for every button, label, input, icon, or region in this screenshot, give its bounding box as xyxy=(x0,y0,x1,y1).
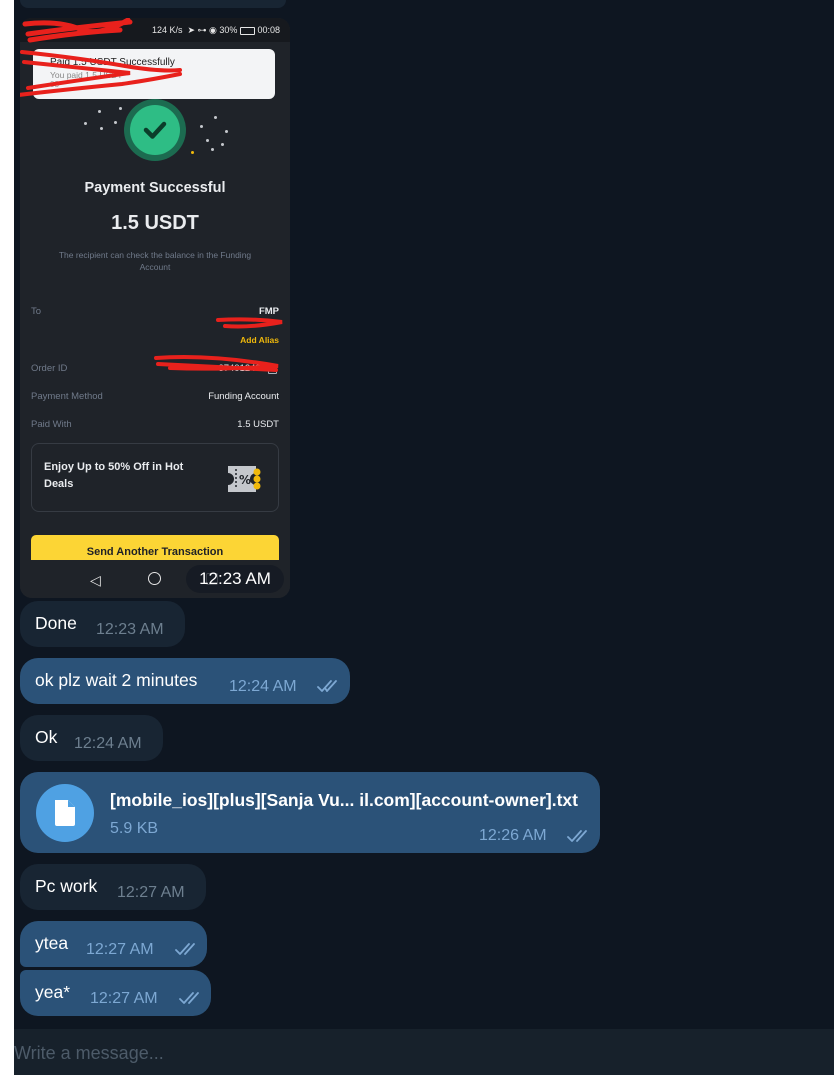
file-size: 5.9 KB xyxy=(110,820,159,837)
promo-card: Enjoy Up to 50% Off in Hot Deals % xyxy=(31,443,279,512)
message-bubble-incoming[interactable]: Done 12:23 AM xyxy=(20,601,185,647)
previous-message-edge xyxy=(20,0,286,8)
add-alias-link: Add Alias xyxy=(240,335,279,345)
photo-timestamp: 12:23 AM xyxy=(186,565,284,593)
double-check-icon xyxy=(175,943,195,955)
payment-amount: 1.5 USDT xyxy=(111,212,199,234)
photo-message[interactable]: 124 K/s ➤ ⊶ ◉ 30% 00:08 Paid 1.5 USDT Su… xyxy=(20,18,290,598)
message-time: 12:27 AM xyxy=(86,941,154,958)
order-id-label: Order ID xyxy=(31,363,68,374)
confetti-dot xyxy=(211,148,214,151)
message-text: Ok xyxy=(35,727,58,747)
status-time: 00:08 xyxy=(257,25,280,35)
confetti-dot xyxy=(98,110,101,113)
confetti-dot xyxy=(191,151,194,154)
check-icon xyxy=(130,105,180,155)
message-time: 12:24 AM xyxy=(74,735,142,752)
confetti-dot xyxy=(84,122,87,125)
battery-icon xyxy=(239,26,255,35)
notification-line: You paid 1.5 USDT xyxy=(50,70,123,80)
file-name[interactable]: [mobile_ios][plus][Sanja Vu... il.com][a… xyxy=(110,790,578,811)
send-another-transaction-button: Send Another Transaction xyxy=(31,535,279,563)
status-bar-right: 124 K/s ➤ ⊶ ◉ 30% 00:08 xyxy=(151,25,280,35)
confetti-dot xyxy=(100,127,103,130)
message-time: 12:27 AM xyxy=(117,884,185,901)
payment-method-value: Funding Account xyxy=(208,391,279,402)
message-time: 12:27 AM xyxy=(90,990,158,1007)
message-time: 12:26 AM xyxy=(479,827,547,844)
message-time: 12:23 AM xyxy=(96,621,164,638)
to-value: FMP xyxy=(258,306,279,317)
message-bubble-incoming[interactable]: Ok 12:24 AM xyxy=(20,715,163,761)
message-bubble-incoming[interactable]: Pc work 12:27 AM xyxy=(20,864,206,910)
message-composer xyxy=(14,1029,834,1075)
notification-line-3: 08 xyxy=(50,80,59,89)
confetti-dot xyxy=(200,125,203,128)
battery-text: 30% xyxy=(219,25,238,35)
document-icon[interactable] xyxy=(36,784,94,842)
double-check-icon xyxy=(567,830,587,842)
payment-method-label: Payment Method xyxy=(31,391,103,402)
message-bubble-outgoing[interactable]: ok plz wait 2 minutes 12:24 AM xyxy=(20,658,350,704)
message-text: ytea xyxy=(35,933,69,953)
confetti-dot xyxy=(119,107,122,110)
svg-text:%: % xyxy=(239,473,251,487)
notification-banner: Paid 1.5 USDT Successfully You paid 1.5 … xyxy=(33,49,275,99)
message-input[interactable] xyxy=(14,1039,814,1067)
window-edge xyxy=(0,0,14,1075)
message-text: Done xyxy=(35,613,77,633)
home-circle-icon xyxy=(148,572,161,585)
payment-note: The recipient can check the balance in t… xyxy=(58,250,252,272)
message-text: yea* xyxy=(35,982,71,1002)
notification-title: Paid 1.5 USDT Successfully xyxy=(50,57,175,68)
discount-ticket-icon: % xyxy=(226,464,264,499)
to-label: To xyxy=(31,306,42,317)
confetti-dot xyxy=(221,143,224,146)
message-bubble-outgoing[interactable]: ytea 12:27 AM xyxy=(20,921,207,967)
message-time: 12:24 AM xyxy=(229,678,297,695)
confetti-dot xyxy=(114,121,117,124)
file-message[interactable]: [mobile_ios][plus][Sanja Vu... il.com][a… xyxy=(20,772,600,853)
speed-text: 124 K/s xyxy=(151,25,183,35)
confetti-dot xyxy=(206,139,209,142)
confetti-dot xyxy=(214,116,217,119)
paid-with-label: Paid With xyxy=(31,419,72,430)
copy-icon xyxy=(268,364,277,374)
promo-text: Enjoy Up to 50% Off in Hot Deals xyxy=(44,461,184,490)
message-bubble-outgoing[interactable]: yea* 12:27 AM xyxy=(20,970,211,1016)
payment-title: Payment Successful xyxy=(84,180,226,196)
order-id-value: 374012433 xyxy=(218,363,266,374)
payment-screenshot: 124 K/s ➤ ⊶ ◉ 30% 00:08 Paid 1.5 USDT Su… xyxy=(20,18,290,598)
message-text: Pc work xyxy=(35,876,98,896)
message-text: ok plz wait 2 minutes xyxy=(35,670,198,690)
double-check-icon xyxy=(317,680,337,692)
back-triangle-icon: ◁ xyxy=(90,572,101,588)
paid-with-value: 1.5 USDT xyxy=(237,419,279,430)
confetti-dot xyxy=(225,130,228,133)
double-check-icon xyxy=(179,992,199,1004)
phone-status-bar: 124 K/s ➤ ⊶ ◉ 30% 00:08 xyxy=(20,18,290,42)
